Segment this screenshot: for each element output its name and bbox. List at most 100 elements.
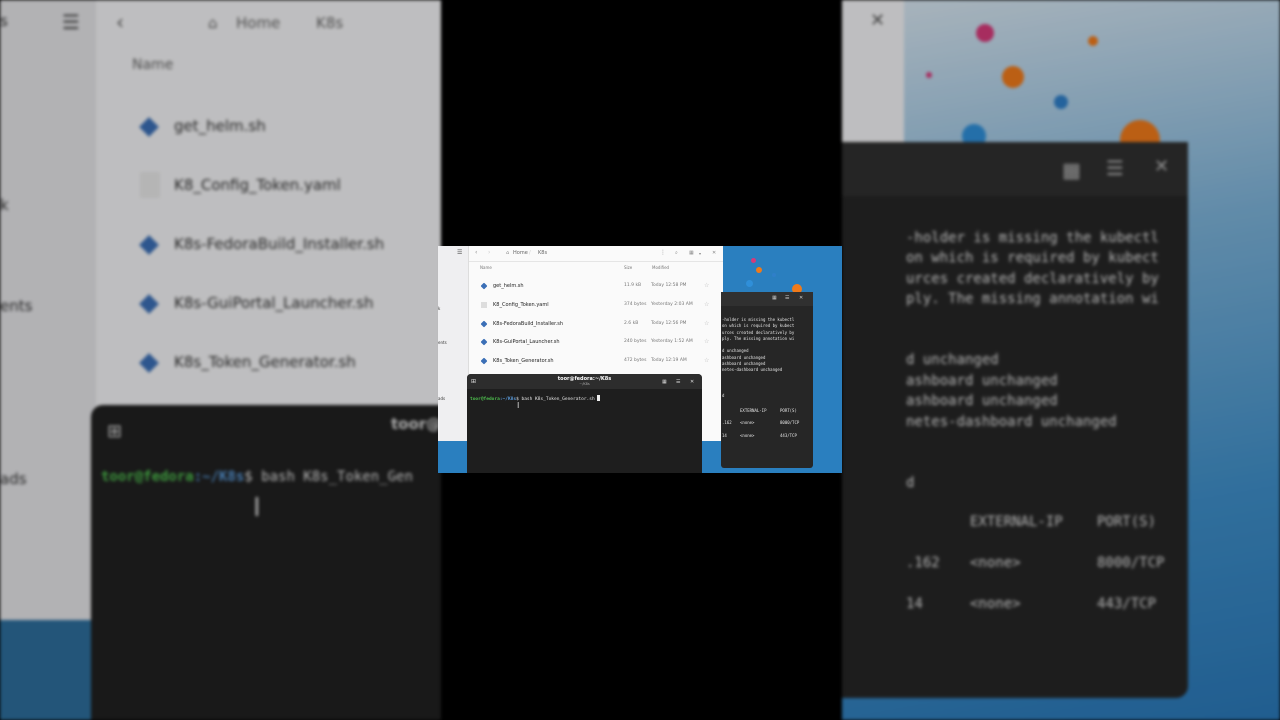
breadcrumb-k8s[interactable]: K8s: [538, 250, 547, 256]
column-header-name[interactable]: Name: [480, 265, 492, 270]
file-row[interactable]: K8_Config_Token.yaml 374 bytes Yesterday 2…: [481, 299, 721, 311]
bg-file-name: K8s-GuiPortal_Launcher.sh: [174, 294, 374, 312]
close-icon: ✕: [870, 10, 886, 31]
grid-icon[interactable]: ▦: [662, 379, 667, 385]
sidebar: k ents ads ☰: [438, 246, 469, 441]
video-frame: s k ents ads ☰ ‹ ⌂ Home K8s Name get_hel…: [0, 0, 1280, 720]
kebab-menu-icon[interactable]: ⋮: [660, 249, 666, 256]
cell: 14: [722, 433, 727, 438]
star-icon[interactable]: ☆: [704, 301, 709, 308]
menu-icon: ☰: [1106, 156, 1124, 180]
bg-col-header: PORT(S): [1097, 514, 1157, 530]
column-header-modified[interactable]: Modified: [652, 265, 669, 270]
script-file-icon: [480, 282, 488, 290]
new-tab-icon: ⊞: [107, 421, 123, 442]
file-row[interactable]: K8s_Token_Generator.sh 472 bytes Today 12:…: [480, 355, 721, 367]
view-grid-icon[interactable]: ▦: [689, 250, 694, 256]
bg-file-name: get_helm.sh: [174, 117, 266, 135]
mouse-ibeam-icon: I: [517, 401, 520, 410]
chevron-down-icon[interactable]: ▾: [699, 251, 701, 256]
cell: 443/TCP: [780, 433, 797, 438]
bg-breadcrumb-k8s: K8s: [316, 14, 344, 32]
wallpaper-ball: [746, 280, 753, 287]
file-size: 2.6 kB: [624, 321, 639, 326]
wallpaper-ball: [1088, 36, 1098, 46]
star-icon[interactable]: ☆: [704, 320, 709, 327]
bg-col-header: EXTERNAL-IP: [970, 514, 1063, 530]
wallpaper-ball: [751, 258, 756, 263]
wallpaper-ball: [772, 273, 776, 277]
wallpaper-ball: [926, 72, 932, 78]
script-file-icon: [139, 294, 159, 314]
bg-file-name: K8s_Token_Generator.sh: [174, 353, 356, 371]
script-file-icon: [139, 353, 159, 373]
back-arrow-icon: ‹: [116, 10, 124, 34]
forward-button[interactable]: ›: [488, 249, 490, 256]
breadcrumb-separator: /: [529, 250, 531, 256]
file-row[interactable]: get_helm.sh 11.9 kB Today 12:58 PM ☆: [480, 280, 721, 292]
cell: <none>: [740, 433, 755, 438]
terminal-output: -holder is missing the kubectl on which i…: [722, 317, 795, 398]
wallpaper-ball: [1002, 66, 1024, 88]
bg-file-name: K8s-FedoraBuild_Installer.sh: [174, 235, 385, 253]
file-modified: Today 12:19 AM: [651, 358, 687, 363]
breadcrumb-home[interactable]: Home: [513, 250, 528, 256]
bg-terminal-title: toor@: [391, 415, 442, 433]
grid-icon: ▦: [1062, 158, 1081, 182]
sidebar-fragment[interactable]: k: [438, 306, 440, 311]
terminal-prompt[interactable]: toor@fedora:~/K8s$ bash K8s_Token_Genera…: [470, 395, 601, 402]
file-toolbar: ‹ › ⌂ Home / K8s ⋮ ⌕ ▦ ▾ ✕: [469, 246, 723, 262]
file-size: 11.9 kB: [624, 283, 642, 288]
script-file-icon: [480, 320, 488, 328]
cell: <none>: [740, 420, 755, 425]
menu-icon[interactable]: ☰: [676, 379, 680, 385]
bg-terminal: ⊞ toor@ toor@fedora:~/K8s$ bash K8s_Toke…: [91, 405, 441, 720]
bg-file-name: K8_Config_Token.yaml: [174, 176, 341, 194]
home-icon: ⌂: [208, 14, 218, 32]
grid-icon[interactable]: ▦: [772, 295, 777, 301]
wallpaper-ball: [1054, 95, 1068, 109]
file-modified: Yesterday 1:52 AM: [651, 339, 693, 344]
bg-column-name: Name: [132, 57, 174, 73]
file-name: K8s_Token_Generator.sh: [493, 358, 554, 364]
cell: 8000/TCP: [780, 420, 800, 425]
close-icon[interactable]: ✕: [712, 250, 716, 256]
bg-cell: <none>: [970, 555, 1021, 571]
menu-icon[interactable]: ☰: [785, 295, 789, 301]
bg-cell: 14: [906, 596, 923, 612]
desktop-screenshot: k ents ads ☰ ‹ › ⌂ Home / K8s ⋮ ⌕ ▦ ▾ ✕ …: [438, 246, 842, 473]
search-icon[interactable]: ⌕: [675, 250, 678, 256]
script-file-icon: [139, 235, 159, 255]
star-icon[interactable]: ☆: [704, 357, 709, 364]
cell: .162: [722, 420, 732, 425]
star-icon[interactable]: ☆: [704, 338, 709, 345]
close-icon[interactable]: ✕: [690, 379, 694, 385]
close-icon[interactable]: ✕: [799, 295, 803, 301]
back-button[interactable]: ‹: [475, 249, 477, 256]
sidebar-fragment[interactable]: ads: [438, 396, 445, 401]
bg-sidebar-fragment: ents: [0, 297, 33, 315]
menu-icon: ☰: [62, 10, 80, 34]
script-file-icon: [480, 357, 488, 365]
column-header-size[interactable]: Size: [624, 265, 632, 270]
file-modified: Today 12:58 PM: [651, 283, 687, 288]
bg-breadcrumb-home: Home: [236, 14, 281, 32]
text-file-icon: [140, 172, 160, 198]
menu-icon[interactable]: ☰: [457, 249, 462, 256]
bg-cell: <none>: [970, 596, 1021, 612]
bg-cell: 443/TCP: [1097, 596, 1157, 612]
file-name: K8s-FedoraBuild_Installer.sh: [493, 321, 564, 327]
file-name: K8s-GuiPortal_Launcher.sh: [493, 339, 560, 345]
sidebar-fragment[interactable]: ents: [438, 340, 447, 345]
file-modified: Yesterday 2:03 AM: [651, 302, 693, 307]
file-name: K8_Config_Token.yaml: [493, 302, 549, 308]
text-file-icon: [481, 302, 487, 308]
terminal-window-active[interactable]: ⊞ toor@fedora:~/K8s ~/K8s ▦ ☰ ✕ toor@fed…: [467, 374, 702, 473]
text-cursor-icon: I: [253, 493, 261, 523]
file-size: 472 bytes: [624, 358, 647, 363]
star-icon[interactable]: ☆: [704, 282, 709, 289]
file-row[interactable]: K8s-GuiPortal_Launcher.sh 240 bytes Yester…: [480, 336, 721, 348]
script-file-icon: [480, 338, 488, 346]
file-row[interactable]: K8s-FedoraBuild_Installer.sh 2.6 kB Today …: [480, 318, 721, 330]
home-icon[interactable]: ⌂: [506, 250, 509, 256]
